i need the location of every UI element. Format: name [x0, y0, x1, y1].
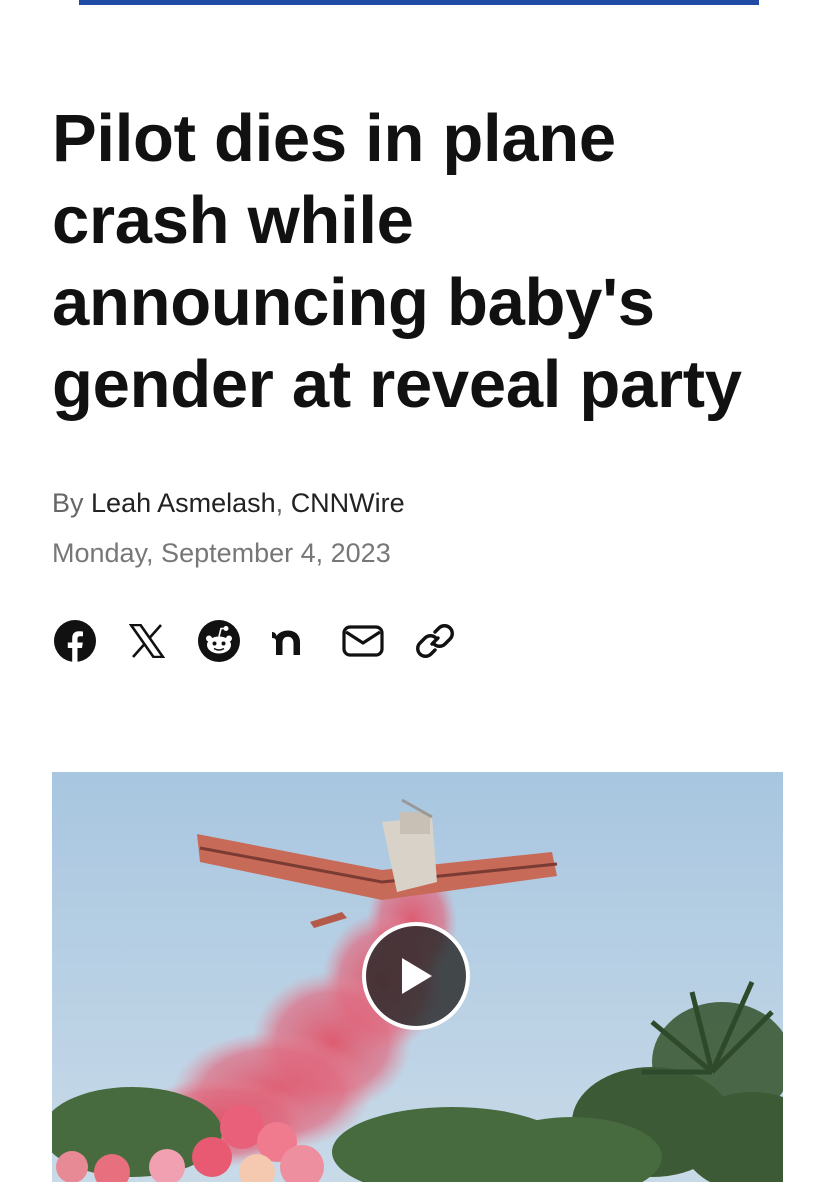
byline: By Leah Asmelash, CNNWire: [52, 486, 405, 520]
play-icon: [402, 958, 432, 994]
byline-separator: ,: [275, 488, 284, 518]
share-bar: [52, 617, 484, 665]
email-icon[interactable]: [340, 618, 386, 664]
top-accent-bar: [79, 0, 759, 5]
video-player[interactable]: [52, 772, 783, 1182]
play-button[interactable]: [362, 922, 470, 1030]
article-headline: Pilot dies in plane crash while announci…: [52, 101, 742, 422]
byline-prefix: By: [52, 488, 84, 518]
facebook-icon[interactable]: [52, 618, 98, 664]
source-link[interactable]: CNNWire: [291, 488, 405, 518]
x-icon[interactable]: [124, 618, 170, 664]
reddit-icon[interactable]: [196, 618, 242, 664]
link-icon[interactable]: [412, 618, 458, 664]
nextdoor-icon[interactable]: [268, 618, 314, 664]
publish-date: Monday, September 4, 2023: [52, 538, 391, 568]
author-link[interactable]: Leah Asmelash: [91, 488, 276, 518]
